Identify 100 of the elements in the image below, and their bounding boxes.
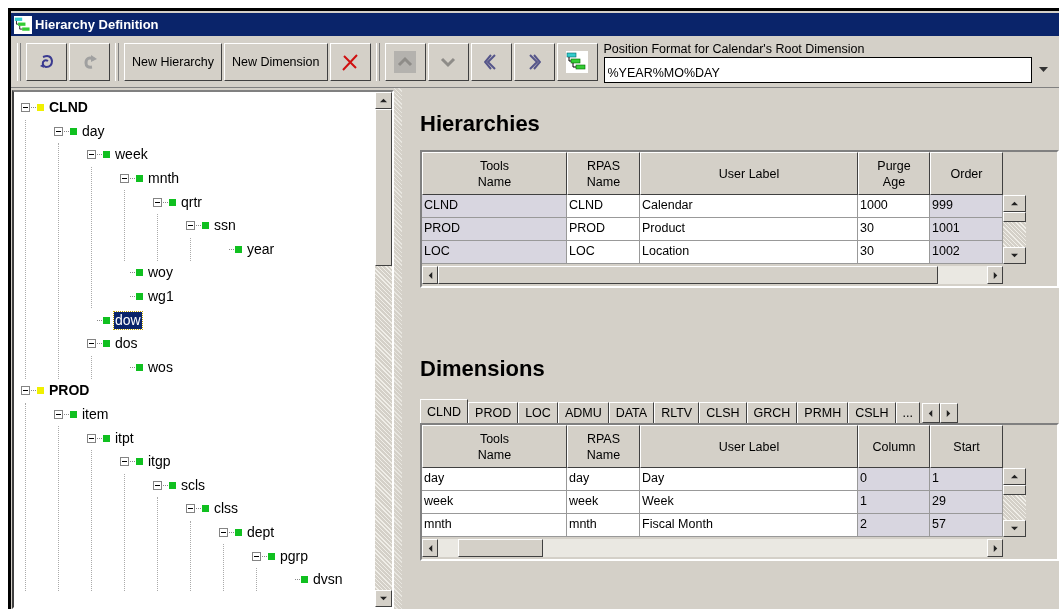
node-icon xyxy=(136,363,143,371)
tree-item[interactable]: dos xyxy=(114,335,139,353)
tree-item[interactable]: dept xyxy=(246,524,276,541)
tab[interactable]: CLND xyxy=(420,399,469,423)
collapse-icon[interactable] xyxy=(186,221,195,231)
column-header[interactable]: Purge Age xyxy=(858,152,930,195)
collapse-icon[interactable] xyxy=(54,126,63,136)
scrollbar-thumb[interactable] xyxy=(1003,212,1026,222)
node-icon xyxy=(169,481,176,489)
table-cell: 1 xyxy=(930,468,1003,491)
column-header[interactable]: User Label xyxy=(640,152,858,195)
collapse-icon[interactable] xyxy=(87,433,96,443)
tab[interactable]: DATA xyxy=(608,402,655,423)
column-header[interactable]: User Label xyxy=(640,425,858,468)
table-cell: LOC xyxy=(567,241,640,264)
collapse-icon[interactable] xyxy=(21,103,30,113)
tab[interactable]: PRMH xyxy=(797,402,849,423)
collapse-icon[interactable] xyxy=(21,386,30,396)
table-cell: 30 xyxy=(858,218,930,241)
table-cell: day xyxy=(567,468,640,491)
collapse-icon[interactable] xyxy=(54,410,63,419)
toolbar-button[interactable] xyxy=(556,43,598,81)
tab[interactable]: LOC xyxy=(518,402,558,423)
column-header[interactable]: Tools Name xyxy=(422,152,567,195)
collapse-icon[interactable] xyxy=(120,174,129,184)
arrow-up-icon xyxy=(1011,200,1018,207)
collapse-icon[interactable] xyxy=(153,197,162,207)
tab[interactable]: GRCH xyxy=(746,402,798,423)
tab-scroll-buttons[interactable] xyxy=(921,403,958,423)
tree-item[interactable]: woy xyxy=(147,264,174,282)
toolbar-button[interactable] xyxy=(470,43,512,81)
tree-item[interactable]: scls xyxy=(180,476,207,494)
vertical-scrollbar[interactable] xyxy=(1003,195,1026,264)
tree-item[interactable]: wg1 xyxy=(147,288,175,306)
tab[interactable]: ADMU xyxy=(557,402,609,423)
collapse-icon[interactable] xyxy=(186,504,195,514)
toolbar-button[interactable]: New Hierarchy xyxy=(124,43,222,81)
node-icon xyxy=(136,293,143,301)
column-header[interactable]: RPAS Name xyxy=(567,425,640,468)
table-cell: week xyxy=(567,491,640,514)
column-header[interactable]: Order xyxy=(930,152,1003,195)
tab[interactable]: CLSH xyxy=(699,402,747,423)
scrollbar-thumb[interactable] xyxy=(1003,485,1026,495)
table-cell: Week xyxy=(640,491,858,514)
column-header[interactable]: Tools Name xyxy=(422,425,567,468)
delete-button[interactable] xyxy=(329,43,371,81)
chevron-left-icon xyxy=(484,53,498,71)
tree-item[interactable]: dow xyxy=(114,311,142,329)
tree-item[interactable]: week xyxy=(114,146,149,164)
tab[interactable]: RLTV xyxy=(654,402,700,423)
tree-item[interactable]: PROD xyxy=(48,382,91,400)
node-icon xyxy=(235,529,242,536)
scrollbar-thumb[interactable] xyxy=(458,539,543,557)
tree-item[interactable]: itgp xyxy=(147,453,172,471)
tree-item[interactable]: wos xyxy=(147,358,174,376)
tree-item[interactable]: day xyxy=(81,122,106,140)
collapse-icon[interactable] xyxy=(120,457,129,467)
toolbar-button[interactable] xyxy=(513,43,555,81)
delete-icon xyxy=(340,52,360,72)
tree-item[interactable]: CLND xyxy=(48,99,89,117)
tab[interactable]: CSLH xyxy=(848,402,896,423)
tree-item[interactable]: dvsn xyxy=(312,571,344,589)
column-header[interactable]: Start xyxy=(930,425,1003,468)
collapse-icon[interactable] xyxy=(87,339,96,349)
node-icon xyxy=(103,340,110,348)
section-heading: Hierarchies xyxy=(420,111,541,137)
table-cell: mnth xyxy=(567,514,640,537)
node-icon xyxy=(103,316,110,324)
vertical-scrollbar[interactable] xyxy=(375,92,392,607)
arrow-down-icon xyxy=(380,595,387,602)
collapse-icon[interactable] xyxy=(153,480,162,490)
tree-item[interactable]: ssn xyxy=(213,217,237,235)
horizontal-scrollbar[interactable] xyxy=(422,539,1003,557)
tree-item[interactable]: clss xyxy=(213,500,240,518)
arrow-left-icon xyxy=(927,409,935,417)
toolbar-button[interactable]: New Dimension xyxy=(223,43,328,81)
vertical-scrollbar[interactable] xyxy=(1003,468,1026,537)
tree-item[interactable]: mnth xyxy=(147,170,181,188)
collapse-icon[interactable] xyxy=(252,551,261,561)
tab[interactable]: ... xyxy=(895,402,920,423)
scrollbar-thumb[interactable] xyxy=(375,109,392,266)
tree-item[interactable]: itpt xyxy=(114,429,135,447)
arrow-right-icon xyxy=(991,544,999,552)
collapse-icon[interactable] xyxy=(87,150,96,160)
tree-item[interactable]: pgrp xyxy=(279,547,310,565)
toolbar-button[interactable] xyxy=(26,43,67,81)
column-header[interactable]: Column xyxy=(858,425,930,468)
table-cell: Fiscal Month xyxy=(640,514,858,537)
table-cell: mnth xyxy=(422,514,567,537)
tree-item[interactable]: item xyxy=(81,406,110,423)
arrow-right-icon xyxy=(991,271,999,279)
node-icon xyxy=(103,434,110,442)
table-cell: 0 xyxy=(858,468,930,491)
tree-item[interactable]: year xyxy=(246,240,276,258)
table-cell: 2 xyxy=(858,514,930,537)
tab[interactable]: PROD xyxy=(468,402,519,423)
collapse-icon[interactable] xyxy=(219,528,228,537)
tree-item[interactable]: qrtr xyxy=(180,193,203,211)
node-icon xyxy=(136,458,143,466)
column-header[interactable]: RPAS Name xyxy=(567,152,640,195)
